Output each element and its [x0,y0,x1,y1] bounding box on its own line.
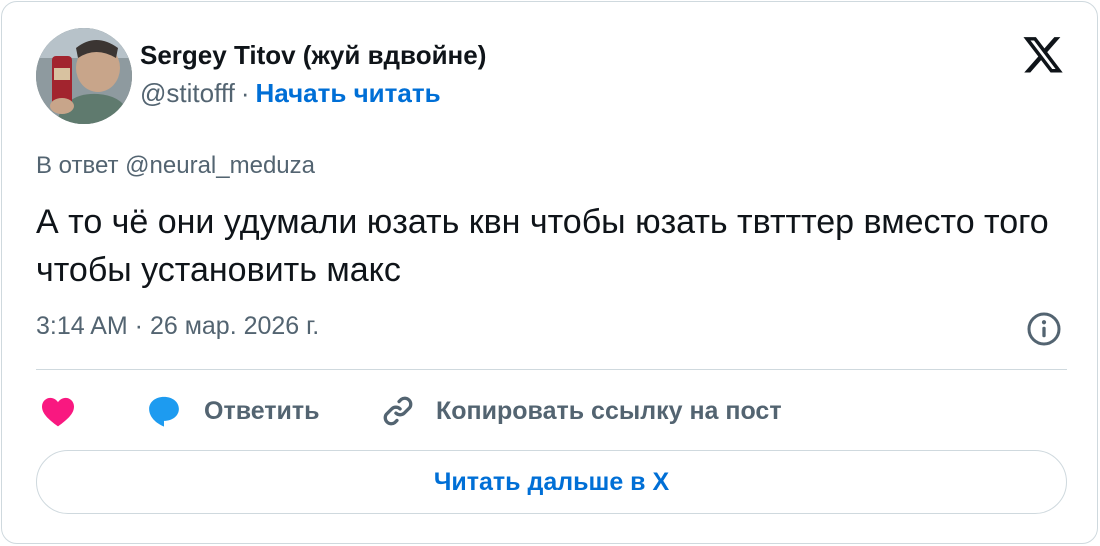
tweet-timestamp[interactable]: 3:14 AM · 26 мар. 2026 г. [36,312,319,341]
reply-button[interactable]: Ответить [146,388,320,434]
author-handle-row: @stitofff · Начать читать [140,78,441,109]
copy-link-button[interactable]: Копировать ссылку на пост [380,388,782,434]
reply-label: Ответить [204,396,320,425]
info-icon[interactable] [1026,311,1062,347]
link-icon [383,396,413,426]
avatar-photo [36,28,132,124]
separator-dot: · [240,78,250,108]
avatar[interactable] [36,28,132,124]
embedded-tweet-card: Sergey Titov (жуй вдвойне) @stitofff · Нач… [1,1,1098,544]
x-logo-icon[interactable] [1021,33,1065,73]
copy-link-label: Копировать ссылку на пост [436,396,782,425]
tweet-text: А то чё они удумали юзать квн чтобы юзат… [36,203,1049,289]
read-more-button[interactable]: Читать дальше в X [36,450,1067,514]
author-name[interactable]: Sergey Titov (жуй вдвойне) [140,40,486,71]
follow-link[interactable]: Начать читать [255,78,440,108]
speech-bubble-icon [149,396,179,427]
author-handle[interactable]: @stitofff [140,78,235,108]
reply-to-line[interactable]: В ответ @neural_meduza [36,152,315,180]
heart-icon [42,397,74,427]
divider [36,369,1067,370]
like-button[interactable] [40,388,76,434]
